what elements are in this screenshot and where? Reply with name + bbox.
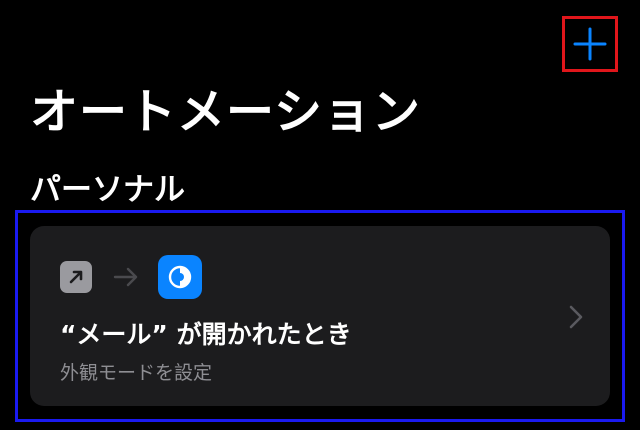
automation-title: “メール” が開かれたとき	[60, 320, 352, 349]
arrow-right-icon	[113, 267, 138, 287]
arrow-up-right-icon	[60, 261, 92, 293]
section-title-personal: パーソナル	[30, 172, 185, 208]
plus-icon	[573, 27, 607, 61]
automation-card[interactable]: “メール” が開かれたとき 外観モードを設定	[30, 226, 610, 406]
chevron-right-icon	[569, 305, 583, 329]
appearance-icon	[158, 255, 202, 299]
automation-subtitle: 外観モードを設定	[60, 362, 213, 384]
page-title: オートメーション	[30, 84, 422, 140]
automation-screen: オートメーション パーソナル “メール” が開かれたとき 外観モードを設定	[0, 0, 640, 430]
add-automation-button[interactable]	[562, 16, 618, 72]
